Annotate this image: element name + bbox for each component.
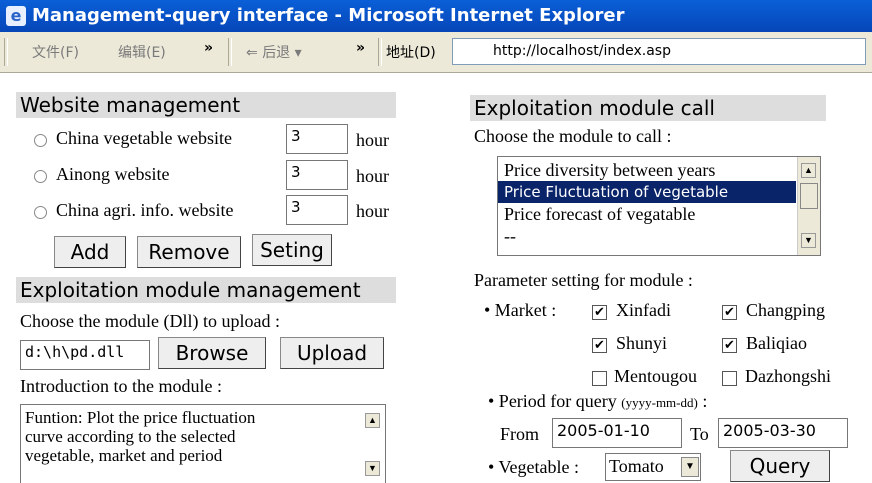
- site-radio-2[interactable]: [34, 170, 47, 183]
- market-checkbox-baliqiao[interactable]: ✔: [722, 338, 737, 353]
- site-label-2: Ainong website: [56, 164, 170, 184]
- website-management-heading: Website management: [16, 92, 396, 118]
- from-label: From: [500, 424, 540, 444]
- site-interval-input-2[interactable]: 3: [286, 160, 348, 190]
- vegetable-value: Tomato: [609, 456, 664, 476]
- site-label-1: China vegetable website: [56, 128, 232, 148]
- module-option-3[interactable]: Price forecast of vegatable: [498, 203, 796, 225]
- market-name-baliqiao: Baliqiao: [746, 333, 807, 353]
- site-label-3: China agri. info. website: [56, 200, 234, 220]
- market-name-changping: Changping: [746, 300, 825, 320]
- from-date-input[interactable]: 2005-01-10: [552, 418, 682, 448]
- query-button[interactable]: Query: [730, 450, 830, 482]
- file-menu[interactable]: 文件(F): [32, 42, 79, 62]
- site-radio-1[interactable]: [34, 134, 47, 147]
- list-scroll-down-icon[interactable]: ▼: [801, 233, 816, 248]
- site-unit-3: hour: [356, 201, 389, 221]
- listbox-scroll-thumb[interactable]: [800, 183, 818, 209]
- intro-textarea[interactable]: Funtion: Plot the price fluctuation curv…: [20, 404, 386, 483]
- module-listbox[interactable]: Price diversity between years Price Fluc…: [497, 156, 821, 256]
- toolbar-separator: [378, 38, 382, 66]
- upload-choose-label: Choose the module (Dll) to upload :: [20, 311, 280, 331]
- window-title: Management-query interface - Microsoft I…: [32, 5, 625, 26]
- period-label: • Period for query (yyyy-mm-dd) :: [488, 391, 707, 412]
- vegetable-label: • Vegetable :: [488, 457, 579, 477]
- call-choose-label: Choose the module to call :: [474, 126, 672, 146]
- ie-logo-icon: e: [6, 6, 26, 26]
- market-label: • Market :: [484, 300, 557, 320]
- market-name-xinfadi: Xinfadi: [616, 300, 671, 320]
- scroll-up-icon[interactable]: ▲: [365, 413, 380, 428]
- toolbar-separator: [228, 38, 232, 66]
- dropdown-arrow-icon[interactable]: ▼: [681, 457, 699, 477]
- market-checkbox-shunyi[interactable]: ✔: [592, 338, 607, 353]
- param-label: Parameter setting for module :: [474, 270, 693, 290]
- module-option-2-selected[interactable]: Price Fluctuation of vegetable: [498, 181, 796, 203]
- intro-line-3: vegetable, market and period: [25, 446, 223, 465]
- back-button[interactable]: ⇐ 后退 ▾: [246, 42, 302, 62]
- edit-menu[interactable]: 编辑(E): [118, 42, 166, 62]
- intro-label: Introduction to the module :: [20, 376, 222, 396]
- site-interval-input-3[interactable]: 3: [286, 195, 348, 225]
- market-checkbox-mentougou[interactable]: [592, 371, 607, 386]
- browser-toolbar: 文件(F) 编辑(E) » ⇐ 后退 ▾ » 地址(D) http://loca…: [0, 32, 872, 73]
- site-unit-1: hour: [356, 130, 389, 150]
- period-format: (yyyy-mm-dd): [621, 395, 698, 410]
- intro-scrollbar[interactable]: ▲ ▼: [363, 405, 385, 483]
- dll-file-input[interactable]: d:\h\pd.dll: [20, 340, 150, 370]
- back-label: 后退: [262, 45, 291, 61]
- browse-button[interactable]: Browse: [158, 337, 266, 369]
- toolbar-overflow-chevron-icon[interactable]: »: [356, 40, 365, 56]
- market-name-mentougou: Mentougou: [614, 366, 697, 386]
- market-checkbox-dazhongshi[interactable]: [722, 371, 737, 386]
- market-name-dazhongshi: Dazhongshi: [745, 366, 831, 386]
- market-name-shunyi: Shunyi: [616, 333, 668, 353]
- address-label: 地址(D): [386, 45, 436, 61]
- to-label: To: [690, 424, 709, 444]
- vegetable-select[interactable]: Tomato ▼: [605, 453, 701, 481]
- intro-line-1: Funtion: Plot the price fluctuation: [25, 408, 256, 427]
- back-arrow-icon: ⇐: [246, 45, 258, 61]
- scroll-down-icon[interactable]: ▼: [365, 461, 380, 476]
- listbox-scrollbar[interactable]: ▲ ▼: [797, 157, 820, 255]
- module-call-heading: Exploitation module call: [470, 95, 826, 121]
- site-radio-3[interactable]: [34, 206, 47, 219]
- setting-button[interactable]: Seting: [252, 234, 332, 266]
- site-interval-input-1[interactable]: 3: [286, 124, 348, 154]
- market-checkbox-changping[interactable]: ✔: [722, 305, 737, 320]
- market-checkbox-xinfadi[interactable]: ✔: [592, 305, 607, 320]
- module-option-4[interactable]: --: [498, 225, 796, 247]
- address-input[interactable]: http://localhost/index.asp: [452, 38, 866, 65]
- window-title-bar: e Management-query interface - Microsoft…: [0, 0, 872, 32]
- list-scroll-up-icon[interactable]: ▲: [801, 163, 816, 178]
- period-colon: :: [702, 391, 708, 411]
- to-date-input[interactable]: 2005-03-30: [718, 418, 848, 448]
- menu-overflow-chevron-icon[interactable]: »: [204, 40, 213, 56]
- remove-button[interactable]: Remove: [137, 236, 241, 268]
- module-management-heading: Exploitation module management: [16, 277, 396, 303]
- module-option-1[interactable]: Price diversity between years: [498, 159, 796, 181]
- add-button[interactable]: Add: [54, 236, 126, 268]
- toolbar-grip: [4, 38, 8, 66]
- intro-line-2: curve according to the selected: [25, 427, 236, 446]
- site-unit-2: hour: [356, 166, 389, 186]
- period-text: • Period for query: [488, 391, 617, 411]
- upload-button[interactable]: Upload: [280, 337, 384, 369]
